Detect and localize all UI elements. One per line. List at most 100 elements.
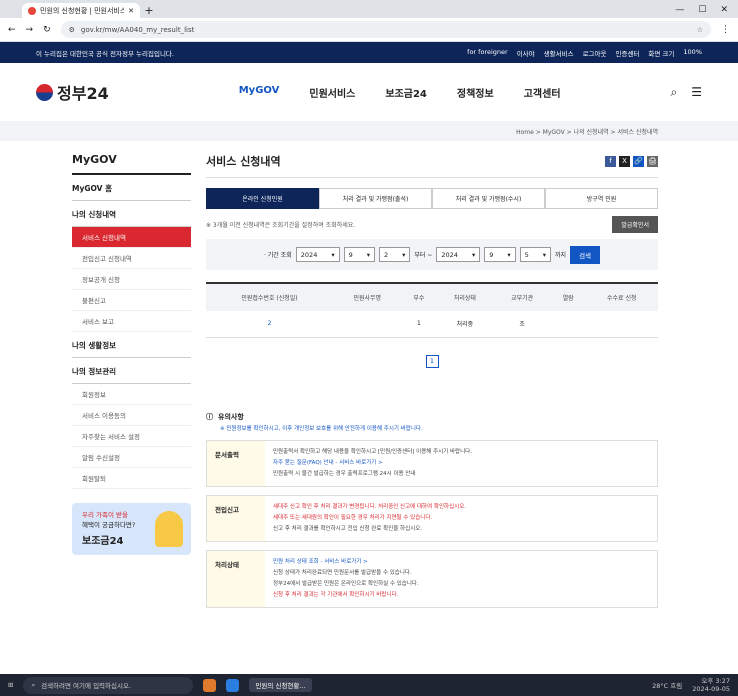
faq-link[interactable]: 자주 묻는 질문(FAQ) 안내 - 서비스 바로가기 > [273,458,649,469]
clock[interactable]: 오후 3:27 2024-09-05 [692,677,730,693]
header-icons: ⌕ ☰ [671,85,703,100]
to-year-select[interactable]: 2024 ▾ [436,247,481,262]
sidebar-item-move-in[interactable]: 전입신고 신청내역 [72,248,191,269]
receipt-no-link[interactable]: 2 [206,311,333,338]
sidebar-item-withdraw[interactable]: 회원탈퇴 [72,468,191,489]
sidebar-item-favorites[interactable]: 자주찾는 서비스 설정 [72,426,191,447]
subsidy-banner[interactable]: 우리 가족이 받을 혜택이 궁금하다면? 보조금24 [72,503,191,555]
site-info-icon[interactable]: ⚙ [69,26,75,34]
search-icon[interactable]: ⌕ [671,85,678,100]
info-box-label: 문서출력 [207,440,265,486]
browser-tab[interactable]: 민원의 신청현황 | 민원서비스 | 정 ✕ [22,3,140,18]
close-window-icon[interactable]: ✕ [720,3,728,18]
search-button[interactable]: 검색 [570,245,601,264]
from-month-value: 9 [348,250,353,259]
weather-widget[interactable]: 28°C 흐림 [652,680,682,690]
menu-dots-icon[interactable]: ⋮ [721,25,730,35]
sidebar-item-consent[interactable]: 서비스 이용동의 [72,405,191,426]
facebook-icon[interactable]: f [605,155,616,167]
reload-icon[interactable]: ↻ [43,25,51,35]
info-box-text: 민원 처리 상태 조회 - 서비스 바로가기 > 신청 상태가 처리완료되면 민… [265,551,657,607]
gov-notice: 이 누리집은 대한민국 공식 전자정부 누리집입니다. [36,49,174,58]
forward-icon[interactable]: → [26,25,34,35]
windows-taskbar: ⊞ ⌕ 검색하려면 여기에 입력하십시오. 민원의 신청현황... 28°C 흐… [0,674,738,696]
tab-online-applications[interactable]: 온라인 신청민원 [206,188,319,209]
sidebar-item-notifications[interactable]: 알림 수신설정 [72,447,191,468]
bookmark-star-icon[interactable]: ☆ [697,26,703,34]
sidebar-item-member-info[interactable]: 회원정보 [72,384,191,405]
tab-result-anytime[interactable]: 처리 결과 및 가맹점(수시) [432,188,545,209]
sidebar-group-applications[interactable]: 나의 신청내역 [72,201,191,227]
from-day-select[interactable]: 2 ▾ [379,247,411,262]
foreigner-link[interactable]: for foreigner [467,48,508,58]
auth-center-link[interactable]: 인증센터 [615,48,639,58]
sidebar-item-service-applications[interactable]: 서비스 신청내역 [72,227,191,248]
taskbar-search-placeholder: 검색하려면 여기에 입력하십시오. [41,682,132,690]
link-icon[interactable]: 🔗 [633,155,644,167]
nav-mygov[interactable]: MyGOV [239,85,280,100]
minimize-icon[interactable]: — [675,3,684,18]
page-1-button[interactable]: 1 [425,354,439,368]
sidebar-group-life-info[interactable]: 나의 생활정보 [72,332,191,358]
sidebar-item-info-disclosure[interactable]: 정보공개 신청 [72,269,191,290]
back-icon[interactable]: ← [8,25,16,35]
col-service-name: 민원사무명 [332,282,402,311]
gov24-logo[interactable]: 정부24 [36,80,109,104]
info-line: 신청 상태가 처리완료되면 민원문서를 발급받을 수 있습니다. [273,569,412,576]
info-line: 정부24에서 발급받은 민원은 온라인으로 확인하실 수 있습니다. [273,580,419,587]
topbar-link-1[interactable]: 생활서비스 [544,48,574,58]
caution-title: 유의사항 [218,412,244,421]
logout-link[interactable]: 로그아웃 [583,48,607,58]
info-box-text: 세대주 신고 확인 후 처리 결과가 변경됩니다. 처리중인 신고에 대하여 확… [265,496,657,541]
nav-subsidy24[interactable]: 보조금24 [385,85,427,100]
tab-district[interactable]: 방구역 민원 [545,188,658,209]
sidebar-item-complaints[interactable]: 불편신고 [72,290,191,311]
col-status: 처리상태 [436,282,494,311]
from-year-select[interactable]: 2024 ▾ [295,247,340,262]
chrome-taskbar-app[interactable]: 민원의 신청현황... [249,678,312,692]
file-explorer-icon[interactable] [203,678,217,692]
nav-civil-service[interactable]: 민원서비스 [309,85,355,100]
print-icon[interactable]: 🖨 [647,155,658,167]
taskbar-search[interactable]: ⌕ 검색하려면 여기에 입력하십시오. [23,676,194,694]
sidebar-home[interactable]: MyGOV 홈 [72,175,191,201]
col-issuer: 교부기관 [493,282,551,311]
notice-row: ※ 3개월 이전 신청내역은 조회기간을 설정하여 조회하세요. 발급확인서 [206,216,658,233]
pagination: 1 [206,348,658,368]
sidebar-title: MyGOV [72,153,191,175]
issue-confirm-button[interactable]: 발급확인서 [612,216,658,233]
edge-icon[interactable] [226,678,240,692]
hamburger-menu-icon[interactable]: ☰ [691,85,702,100]
tab-result-attend[interactable]: 처리 결과 및 가맹점(출석) [319,188,432,209]
chevron-down-icon: ▾ [471,250,476,259]
favicon-icon [28,6,36,15]
fee-cell [585,311,658,338]
table-header-row: 민원접수번호 (신청일) 민원사무명 부수 처리상태 교부기관 열람 수수료 신… [206,282,658,311]
sidebar: MyGOV MyGOV 홈 나의 신청내역 서비스 신청내역 전입신고 신청내역… [72,141,191,608]
windows-start-icon[interactable]: ⊞ [8,681,13,689]
until-label: 까지 [555,252,567,259]
to-day-select[interactable]: 5 ▾ [519,247,552,262]
from-month-select[interactable]: 9 ▾ [343,247,375,262]
col-view: 열람 [550,282,586,311]
new-tab-button[interactable]: + [140,3,158,18]
url-field[interactable]: ⚙ gov.kr/mw/AA040_my_result_list ☆ [60,21,711,38]
info-line: 세대주 신고 확인 후 처리 결과가 변경됩니다. 처리중인 신고에 대하여 확… [273,503,467,510]
zoom-value[interactable]: 100% [683,48,702,58]
caution-header: ⓘ 유의사항 [206,412,658,422]
from-day-value: 2 [384,250,389,259]
topbar-link-0[interactable]: 이사야 [517,48,535,58]
close-tab-icon[interactable]: ✕ [128,7,134,15]
main-nav: MyGOV 민원서비스 보조금24 정책정보 고객센터 [239,85,561,100]
maximize-icon[interactable]: ☐ [698,3,706,18]
nav-policy-info[interactable]: 정책정보 [457,85,494,100]
view-cell [550,311,586,338]
to-month-select[interactable]: 9 ▾ [484,247,516,262]
sidebar-group-info-manage[interactable]: 나의 정보관리 [72,358,191,384]
status-link[interactable]: 민원 처리 상태 조회 - 서비스 바로가기 > [273,557,649,568]
nav-customer-center[interactable]: 고객센터 [524,85,561,100]
tab-title: 민원의 신청현황 | 민원서비스 | 정 [40,6,125,15]
x-icon[interactable]: X [619,155,630,167]
sidebar-item-service-report[interactable]: 서비스 보고 [72,311,191,332]
clock-time: 오후 3:27 [701,677,730,685]
